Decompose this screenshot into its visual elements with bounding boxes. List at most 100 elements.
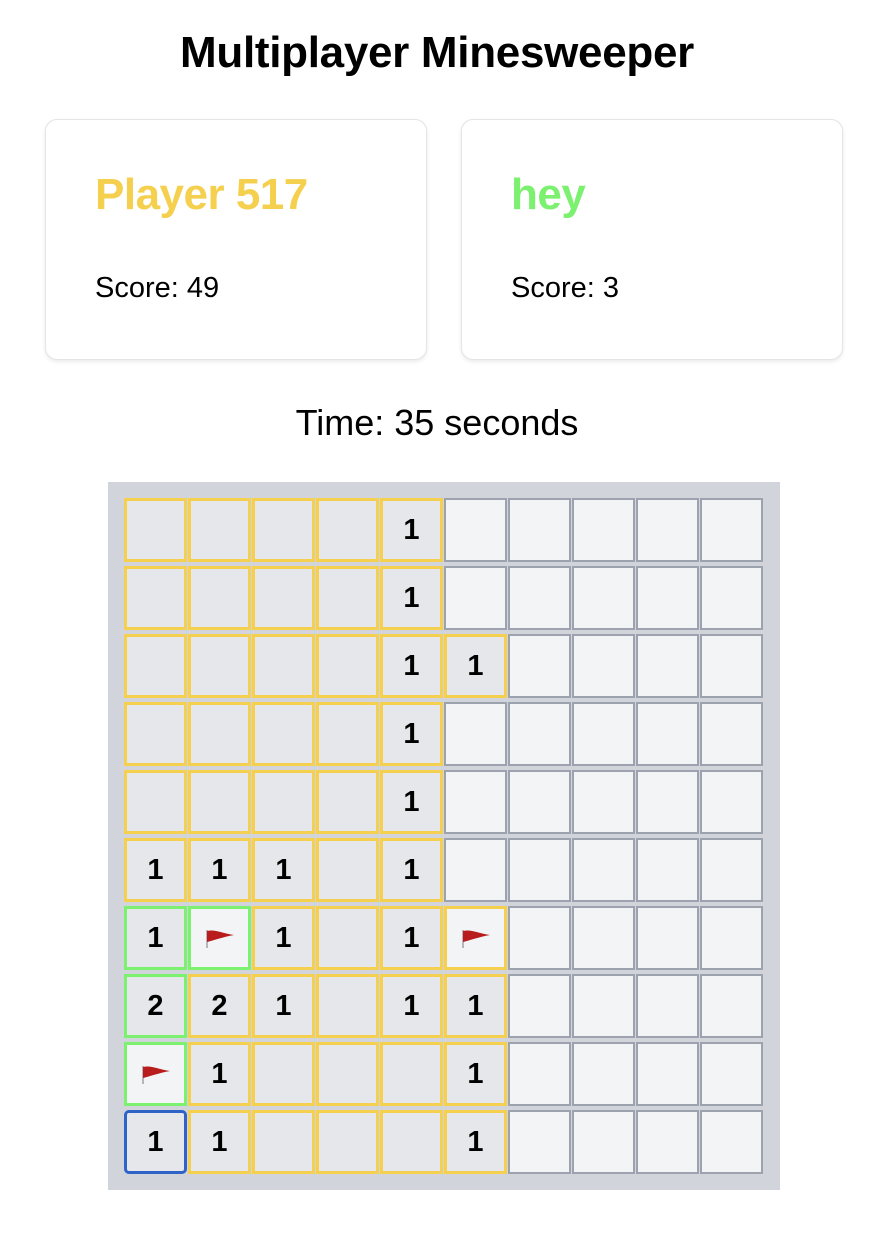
board-cell[interactable] (700, 634, 763, 698)
board-cell[interactable] (380, 1042, 443, 1106)
board-cell[interactable]: 1 (252, 974, 315, 1038)
board-cell[interactable] (636, 702, 699, 766)
board-cell[interactable]: 1 (380, 974, 443, 1038)
board-cell[interactable]: 1 (380, 906, 443, 970)
board-cell[interactable] (316, 634, 379, 698)
board-cell[interactable] (316, 498, 379, 562)
board-cell[interactable] (508, 838, 571, 902)
board-cell[interactable] (572, 974, 635, 1038)
board-cell[interactable] (316, 974, 379, 1038)
board-cell[interactable] (124, 566, 187, 630)
board-cell[interactable] (700, 974, 763, 1038)
board-cell[interactable] (700, 702, 763, 766)
board-cell[interactable] (572, 566, 635, 630)
board-cell[interactable] (700, 906, 763, 970)
board-cell[interactable]: 1 (380, 566, 443, 630)
board-cell[interactable] (188, 498, 251, 562)
board-cell[interactable] (700, 566, 763, 630)
board-cell[interactable] (124, 770, 187, 834)
board-cell[interactable] (508, 498, 571, 562)
board-cell[interactable] (508, 566, 571, 630)
board-cell[interactable] (316, 702, 379, 766)
board-cell[interactable]: 1 (188, 1042, 251, 1106)
board-cell[interactable] (508, 1110, 571, 1174)
board-cell[interactable] (636, 566, 699, 630)
board-cell[interactable] (636, 838, 699, 902)
board-cell[interactable] (636, 634, 699, 698)
board-cell[interactable] (572, 498, 635, 562)
board-cell[interactable] (252, 1110, 315, 1174)
board-cell[interactable] (252, 1042, 315, 1106)
board-cell[interactable] (572, 1042, 635, 1106)
board-cell[interactable]: 1 (252, 838, 315, 902)
board-cell[interactable] (508, 974, 571, 1038)
board-cell[interactable] (316, 1042, 379, 1106)
board-cell[interactable] (252, 770, 315, 834)
board-cell[interactable] (572, 702, 635, 766)
board-cell[interactable]: 1 (188, 1110, 251, 1174)
board-cell[interactable] (444, 838, 507, 902)
board-cell[interactable] (252, 498, 315, 562)
board-cell[interactable] (188, 906, 251, 970)
board-cell[interactable] (700, 498, 763, 562)
board-cell[interactable] (380, 1110, 443, 1174)
board-cell[interactable]: 1 (444, 974, 507, 1038)
board-cell[interactable]: 1 (380, 702, 443, 766)
board-cell[interactable] (572, 838, 635, 902)
board-cell[interactable] (188, 566, 251, 630)
board-cell[interactable] (508, 1042, 571, 1106)
board-cell[interactable]: 1 (124, 838, 187, 902)
board-cell[interactable] (508, 702, 571, 766)
board-cell[interactable] (124, 1042, 187, 1106)
board-cell[interactable] (316, 906, 379, 970)
board-cell[interactable] (636, 1110, 699, 1174)
board-cell[interactable] (572, 906, 635, 970)
board-cell[interactable] (444, 498, 507, 562)
board-cell[interactable] (700, 770, 763, 834)
board-cell[interactable] (188, 770, 251, 834)
board-cell[interactable] (444, 702, 507, 766)
board-cell[interactable] (572, 634, 635, 698)
board-cell[interactable] (636, 906, 699, 970)
board-cell[interactable] (124, 498, 187, 562)
board-cell[interactable]: 1 (444, 634, 507, 698)
board-cell[interactable] (636, 770, 699, 834)
board-cell[interactable]: 1 (380, 634, 443, 698)
board-cell[interactable] (508, 634, 571, 698)
board-cell[interactable]: 1 (188, 838, 251, 902)
board-cell[interactable] (508, 770, 571, 834)
board-cell[interactable] (700, 1042, 763, 1106)
board-cell[interactable]: 2 (124, 974, 187, 1038)
board-cell[interactable] (444, 906, 507, 970)
board-cell[interactable]: 1 (380, 838, 443, 902)
board-cell[interactable] (124, 634, 187, 698)
board-cell[interactable] (508, 906, 571, 970)
board-cell[interactable]: 1 (124, 906, 187, 970)
board-cell[interactable]: 1 (444, 1042, 507, 1106)
board-cell[interactable] (700, 838, 763, 902)
board-cell[interactable] (188, 634, 251, 698)
board-cell[interactable] (572, 770, 635, 834)
board-cell[interactable] (444, 770, 507, 834)
board-cell[interactable] (316, 838, 379, 902)
board-cell[interactable] (124, 702, 187, 766)
board-cell[interactable] (700, 1110, 763, 1174)
board-cell[interactable]: 1 (380, 770, 443, 834)
board-cell[interactable]: 2 (188, 974, 251, 1038)
board-cell[interactable] (636, 498, 699, 562)
board-cell[interactable] (252, 702, 315, 766)
board-cell[interactable]: 1 (252, 906, 315, 970)
board-cell[interactable] (316, 566, 379, 630)
board-cell[interactable] (316, 770, 379, 834)
board-cell[interactable] (316, 1110, 379, 1174)
board-cell[interactable] (572, 1110, 635, 1174)
board-cell[interactable] (636, 1042, 699, 1106)
board-cell[interactable]: 1 (380, 498, 443, 562)
board-cell[interactable] (252, 634, 315, 698)
board-cell[interactable] (188, 702, 251, 766)
board-cell[interactable] (636, 974, 699, 1038)
board-cell[interactable]: 1 (124, 1110, 187, 1174)
board-cell[interactable]: 1 (444, 1110, 507, 1174)
board-cell[interactable] (444, 566, 507, 630)
board-cell[interactable] (252, 566, 315, 630)
